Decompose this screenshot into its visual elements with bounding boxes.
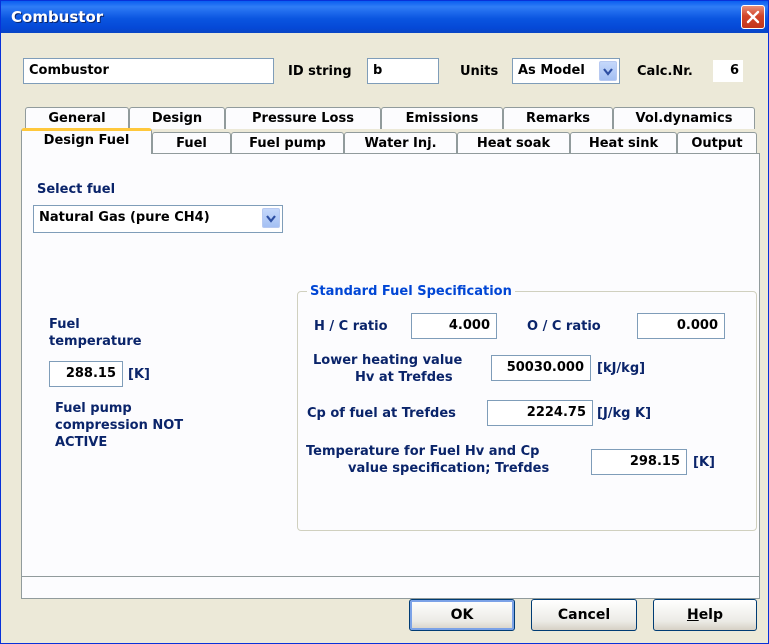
- title-bar[interactable]: Combustor: [1, 1, 768, 33]
- pump-status-line-3: ACTIVE: [55, 435, 108, 450]
- combustor-dialog: Combustor Combustor ID string b Units As…: [0, 0, 769, 644]
- id-string-label: ID string: [288, 64, 352, 79]
- tab-output[interactable]: Output: [677, 132, 757, 154]
- ok-button[interactable]: OK: [409, 599, 515, 631]
- fuel-dropdown-button[interactable]: [262, 208, 280, 228]
- calc-nr-value: 6: [713, 60, 743, 82]
- cancel-button[interactable]: Cancel: [531, 599, 637, 631]
- tab-design[interactable]: Design: [129, 107, 225, 129]
- pump-status-line-1: Fuel pump: [55, 401, 132, 416]
- standard-fuel-spec-title: Standard Fuel Specification: [307, 284, 515, 299]
- fuel-select[interactable]: Natural Gas (pure CH4): [33, 205, 283, 233]
- chevron-down-icon: [603, 68, 613, 76]
- oc-ratio-label: O / C ratio: [527, 319, 601, 334]
- hc-ratio-field[interactable]: 4.000: [411, 313, 497, 339]
- close-icon: [746, 10, 760, 24]
- cp-field[interactable]: 2224.75: [487, 400, 593, 426]
- tab-fuel[interactable]: Fuel: [152, 132, 231, 154]
- trefdes-unit: [K]: [693, 455, 715, 470]
- units-value: As Model: [518, 63, 585, 78]
- help-button[interactable]: Help: [653, 599, 757, 631]
- fuel-temperature-label-2: temperature: [49, 334, 142, 349]
- fuel-temperature-unit: [K]: [128, 367, 150, 382]
- component-name-field[interactable]: Combustor: [23, 58, 274, 84]
- tab-remarks[interactable]: Remarks: [503, 107, 613, 129]
- lhv-unit: [kJ/kg]: [597, 361, 646, 376]
- tab-heat-soak[interactable]: Heat soak: [457, 132, 570, 154]
- oc-ratio-field[interactable]: 0.000: [637, 313, 725, 339]
- tab-fuel-pump[interactable]: Fuel pump: [231, 132, 344, 154]
- units-dropdown-button[interactable]: [599, 61, 617, 81]
- fuel-temperature-field[interactable]: 288.15: [49, 361, 123, 387]
- units-label: Units: [460, 64, 499, 79]
- window-title: Combustor: [11, 8, 104, 26]
- id-string-field[interactable]: b: [367, 58, 439, 84]
- tab-design-fuel[interactable]: Design Fuel: [21, 128, 152, 154]
- trefdes-label-1: Temperature for Fuel Hv and Cp: [306, 444, 540, 459]
- tab-heat-sink[interactable]: Heat sink: [570, 132, 677, 154]
- trefdes-label-2: value specification; Trefdes: [348, 461, 550, 476]
- panel-footer: [21, 577, 760, 599]
- tab-emissions[interactable]: Emissions: [381, 107, 503, 129]
- help-accelerator: H: [686, 607, 699, 623]
- fuel-select-value: Natural Gas (pure CH4): [39, 210, 210, 225]
- tab-pressure-loss[interactable]: Pressure Loss: [225, 107, 381, 129]
- hc-ratio-label: H / C ratio: [314, 319, 388, 334]
- lhv-label-2: Hv at Trefdes: [355, 370, 453, 385]
- lhv-label-1: Lower heating value: [313, 353, 463, 368]
- cp-unit: [J/kg K]: [597, 406, 652, 421]
- lhv-field[interactable]: 50030.000: [491, 355, 591, 381]
- pump-status-line-2: compression NOT: [55, 418, 184, 433]
- tab-water-inj[interactable]: Water Inj.: [344, 132, 457, 154]
- help-label: elp: [698, 607, 724, 623]
- calc-nr-label: Calc.Nr.: [637, 64, 693, 79]
- fuel-temperature-label-1: Fuel: [49, 317, 80, 332]
- close-button[interactable]: [741, 5, 765, 29]
- select-fuel-label: Select fuel: [37, 182, 116, 197]
- units-select[interactable]: As Model: [512, 58, 620, 84]
- cp-label: Cp of fuel at Trefdes: [307, 406, 456, 421]
- tab-vol-dynamics[interactable]: Vol.dynamics: [613, 107, 755, 129]
- chevron-down-icon: [266, 215, 276, 223]
- trefdes-field[interactable]: 298.15: [591, 449, 687, 475]
- tab-general[interactable]: General: [25, 107, 129, 129]
